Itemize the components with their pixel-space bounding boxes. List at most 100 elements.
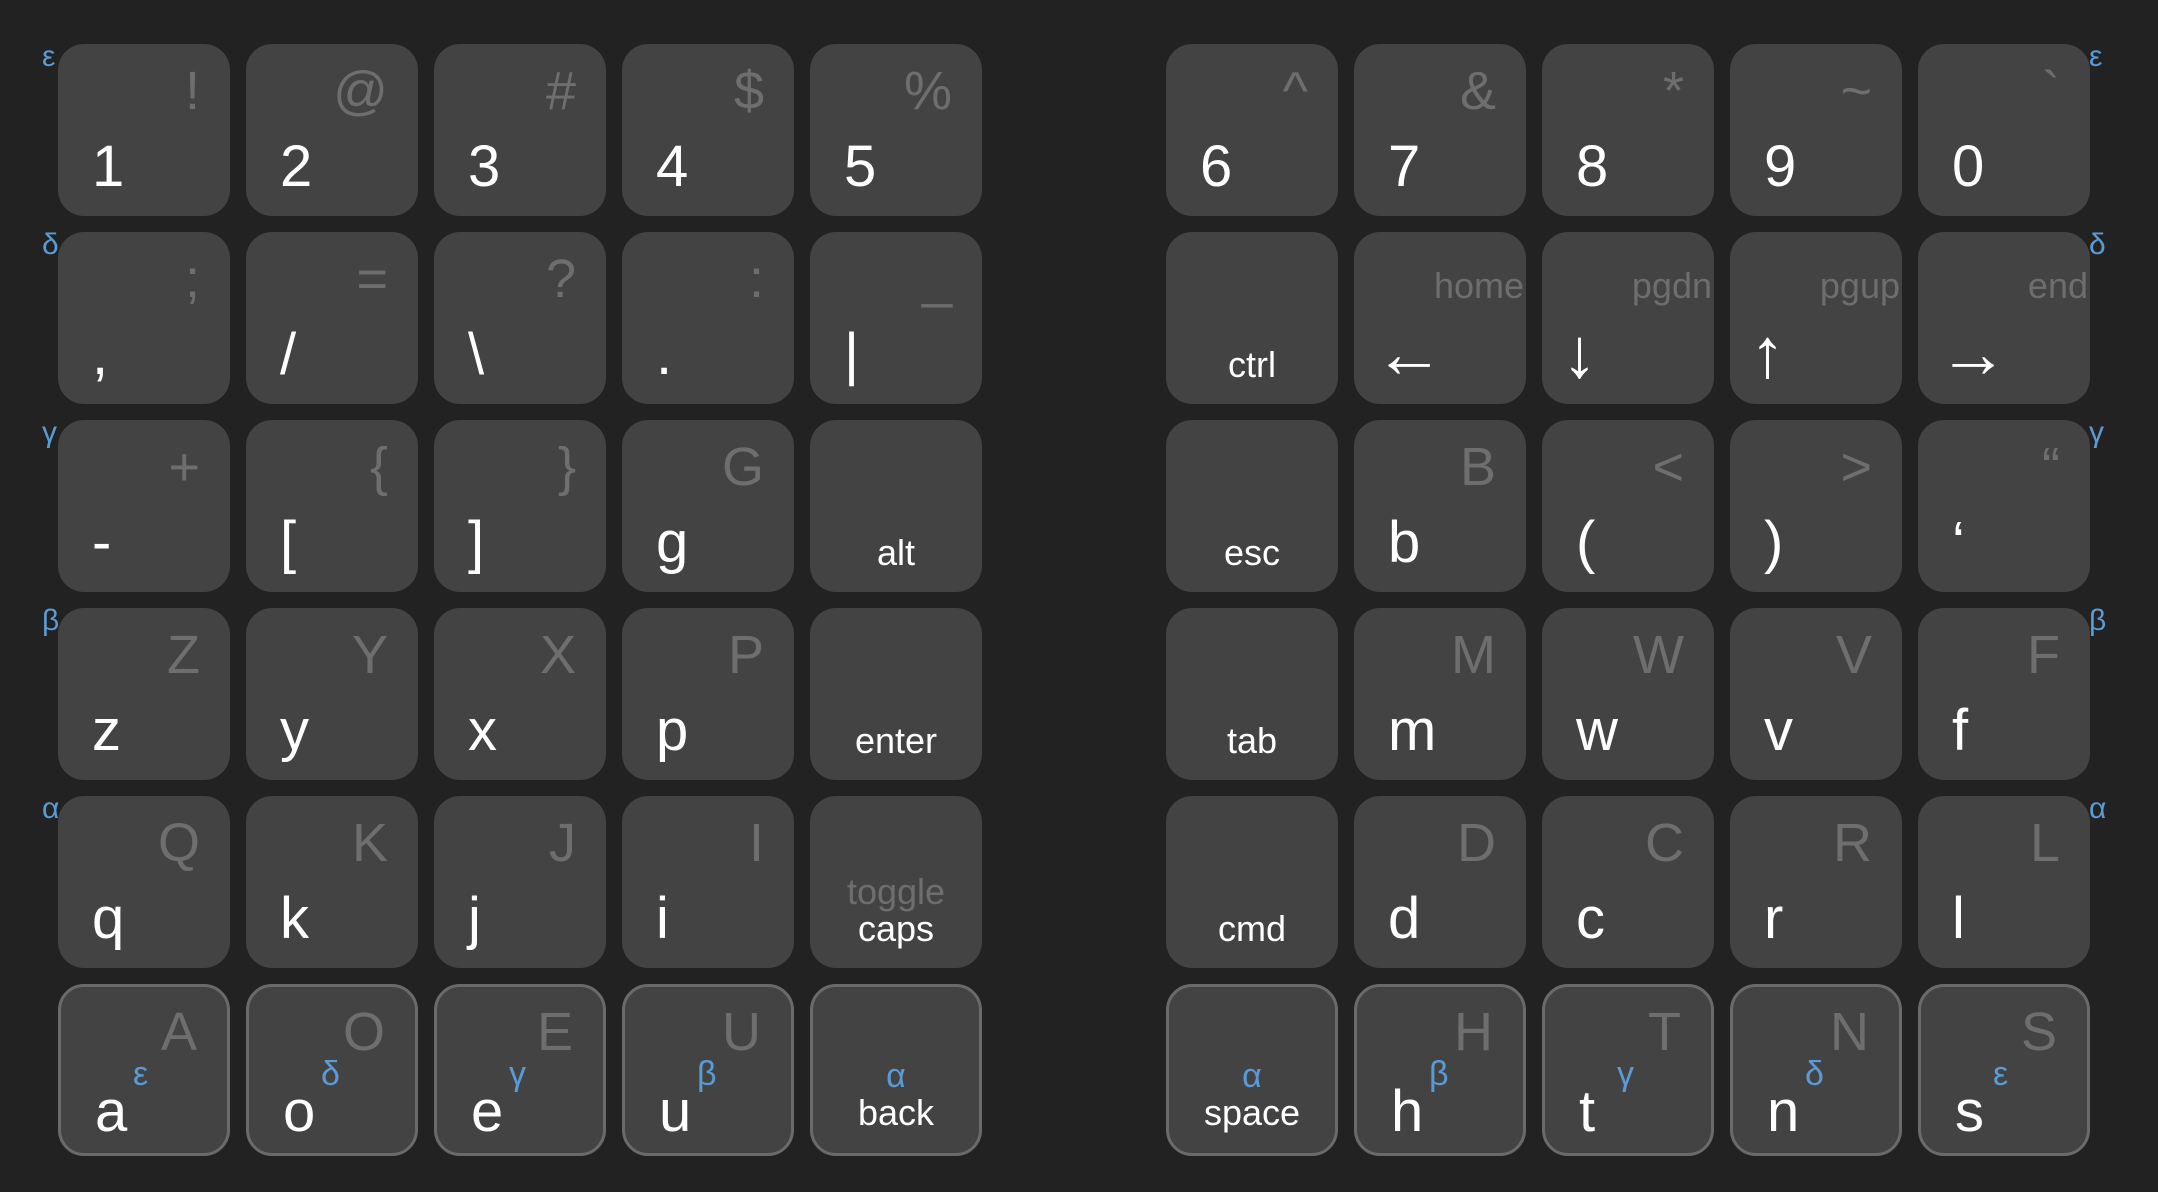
key-j[interactable]: Jj bbox=[434, 796, 606, 968]
key-back[interactable]: α back bbox=[810, 984, 982, 1156]
key-h[interactable]: Hβh bbox=[1354, 984, 1526, 1156]
key-tab[interactable]: tab bbox=[1166, 608, 1338, 780]
keyboard-layout: ! 1 @2 #3 $4% 5 ^ 6 & 7 * 8 ~9 ` 0;, = /? \:. _ | ctrl home ← p… bbox=[0, 0, 2158, 1192]
primary-legend: . bbox=[656, 322, 673, 387]
layer-tag: α bbox=[886, 1057, 906, 1095]
shift-legend: home bbox=[1433, 265, 1524, 306]
layer-tag: β bbox=[697, 1055, 717, 1093]
key-caps[interactable]: toggle caps bbox=[810, 796, 982, 968]
key-backslash[interactable]: ? \ bbox=[434, 232, 606, 404]
primary-legend: p bbox=[656, 698, 689, 763]
shift-legend: + bbox=[168, 437, 200, 497]
primary-legend: s bbox=[1955, 1079, 1984, 1144]
primary-legend: enter bbox=[854, 720, 938, 761]
key-a[interactable]: Aεa bbox=[58, 984, 230, 1156]
key-rbracket[interactable]: }] bbox=[434, 420, 606, 592]
primary-legend: 5 bbox=[844, 134, 877, 199]
key-f[interactable]: Ff bbox=[1918, 608, 2090, 780]
primary-legend: y bbox=[280, 698, 309, 763]
shift-legend: { bbox=[369, 437, 388, 497]
key-c[interactable]: Cc bbox=[1542, 796, 1714, 968]
key-9[interactable]: ~9 bbox=[1730, 44, 1902, 216]
layer-tag: α bbox=[1242, 1057, 1262, 1095]
key-g[interactable]: Gg bbox=[622, 420, 794, 592]
shift-legend: X bbox=[539, 625, 576, 685]
primary-legend: t bbox=[1579, 1079, 1596, 1144]
primary-legend: ) bbox=[1764, 510, 1784, 575]
key-u[interactable]: Uβu bbox=[622, 984, 794, 1156]
key-d[interactable]: Dd bbox=[1354, 796, 1526, 968]
key-r[interactable]: Rr bbox=[1730, 796, 1902, 968]
key-cmd[interactable]: cmd bbox=[1166, 796, 1338, 968]
shift-legend: S bbox=[2020, 1002, 2057, 1062]
key-quote[interactable]: “‘ bbox=[1918, 420, 2090, 592]
key-n[interactable]: Nδn bbox=[1730, 984, 1902, 1156]
shift-legend: T bbox=[1648, 1002, 1681, 1062]
key-pipe[interactable]: _ | bbox=[810, 232, 982, 404]
layer-tag: γ bbox=[1617, 1055, 1634, 1093]
key-i[interactable]: Ii bbox=[622, 796, 794, 968]
key-3[interactable]: #3 bbox=[434, 44, 606, 216]
key-y[interactable]: Yy bbox=[246, 608, 418, 780]
primary-legend: 7 bbox=[1388, 134, 1421, 199]
shift-legend: L bbox=[2029, 813, 2060, 873]
key-w[interactable]: Ww bbox=[1542, 608, 1714, 780]
key-lparen[interactable]: <( bbox=[1542, 420, 1714, 592]
primary-legend: ↓ bbox=[1562, 314, 1597, 392]
key-space[interactable]: α space bbox=[1166, 984, 1338, 1156]
key-m[interactable]: Mm bbox=[1354, 608, 1526, 780]
key-up[interactable]: pgup ↑ bbox=[1730, 232, 1902, 404]
key-enter[interactable]: enter bbox=[810, 608, 982, 780]
key-k[interactable]: Kk bbox=[246, 796, 418, 968]
key-s[interactable]: Sεs bbox=[1918, 984, 2090, 1156]
key-period[interactable]: :. bbox=[622, 232, 794, 404]
shift-legend: D bbox=[1457, 813, 1496, 873]
key-2[interactable]: @2 bbox=[246, 44, 418, 216]
key-left[interactable]: home ← bbox=[1354, 232, 1526, 404]
key-7[interactable]: & 7 bbox=[1354, 44, 1526, 216]
primary-legend: g bbox=[656, 510, 689, 575]
key-slash[interactable]: = / bbox=[246, 232, 418, 404]
key-ctrl[interactable]: ctrl bbox=[1166, 232, 1338, 404]
key-down[interactable]: pgdn ↓ bbox=[1542, 232, 1714, 404]
primary-legend: j bbox=[468, 886, 481, 951]
row-label-right: β bbox=[2089, 604, 2107, 637]
key-x[interactable]: Xx bbox=[434, 608, 606, 780]
primary-legend: e bbox=[471, 1079, 504, 1144]
primary-legend: 1 bbox=[92, 134, 125, 199]
key-alt[interactable]: alt bbox=[810, 420, 982, 592]
key-b[interactable]: Bb bbox=[1354, 420, 1526, 592]
key-l[interactable]: Ll bbox=[1918, 796, 2090, 968]
shift-legend: G bbox=[721, 437, 764, 497]
key-5[interactable]: % 5 bbox=[810, 44, 982, 216]
shift-legend: A bbox=[160, 1002, 197, 1062]
key-v[interactable]: Vv bbox=[1730, 608, 1902, 780]
key-p[interactable]: Pp bbox=[622, 608, 794, 780]
shift-legend: > bbox=[1840, 437, 1872, 497]
key-rparen[interactable]: >) bbox=[1730, 420, 1902, 592]
key-6[interactable]: ^ 6 bbox=[1166, 44, 1338, 216]
primary-legend: n bbox=[1767, 1079, 1800, 1144]
key-comma[interactable]: ;, bbox=[58, 232, 230, 404]
key-t[interactable]: Tγt bbox=[1542, 984, 1714, 1156]
key-4[interactable]: $4 bbox=[622, 44, 794, 216]
key-1[interactable]: ! 1 bbox=[58, 44, 230, 216]
key-q[interactable]: Qq bbox=[58, 796, 230, 968]
key-8[interactable]: * 8 bbox=[1542, 44, 1714, 216]
key-z[interactable]: Zz bbox=[58, 608, 230, 780]
primary-legend: z bbox=[92, 698, 121, 763]
shift-legend: ! bbox=[184, 61, 200, 121]
key-esc[interactable]: esc bbox=[1166, 420, 1338, 592]
shift-legend: B bbox=[1459, 437, 1496, 497]
primary-legend: → bbox=[1938, 314, 2008, 392]
key-0[interactable]: ` 0 bbox=[1918, 44, 2090, 216]
key-e[interactable]: Eγe bbox=[434, 984, 606, 1156]
key-right[interactable]: end → bbox=[1918, 232, 2090, 404]
shift-legend: J bbox=[549, 813, 576, 873]
row-label-right: δ bbox=[2089, 228, 2106, 261]
key-minus[interactable]: + - bbox=[58, 420, 230, 592]
shift-legend: N bbox=[1830, 1002, 1869, 1062]
key-o[interactable]: Oδo bbox=[246, 984, 418, 1156]
key-lbracket[interactable]: {[ bbox=[246, 420, 418, 592]
layer-tag: δ bbox=[1805, 1055, 1824, 1093]
